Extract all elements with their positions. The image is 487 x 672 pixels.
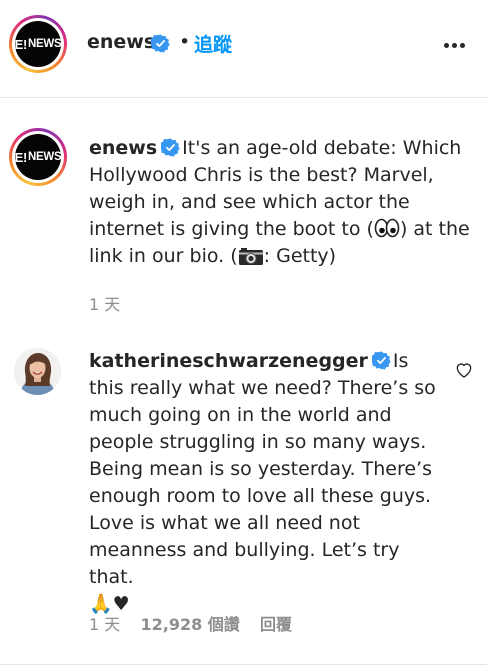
comment-timestamp[interactable]: 1 天 xyxy=(89,615,120,634)
enews-logo: E! NEWS xyxy=(15,21,62,67)
camera-emoji-icon xyxy=(238,248,263,265)
comment-body: Is this really what we need? There’s so … xyxy=(89,350,436,588)
post-header: E! NEWS enews • 追蹤 xyxy=(0,0,487,98)
caption-username[interactable]: enews xyxy=(89,137,157,159)
enews-logo: E! NEWS xyxy=(15,134,62,180)
enews-avatar[interactable]: E! NEWS xyxy=(9,15,67,73)
more-options-icon[interactable] xyxy=(444,40,466,50)
header-username[interactable]: enews xyxy=(87,31,155,53)
divider xyxy=(0,664,487,665)
comment-meta: 1 天 12,928 個讚 回覆 xyxy=(89,611,292,635)
like-heart-icon[interactable] xyxy=(454,360,474,380)
comment-username[interactable]: katherineschwarzenegger xyxy=(89,350,368,372)
caption-timestamp[interactable]: 1 天 xyxy=(89,291,120,315)
reply-button[interactable]: 回覆 xyxy=(260,615,292,634)
verified-badge-icon xyxy=(161,138,180,157)
comment-text: katherineschwarzenegger Is this really w… xyxy=(89,348,449,618)
caption-text: enews It's an age-old debate: Which Holl… xyxy=(89,137,470,267)
eyes-emoji-icon xyxy=(374,218,400,238)
commenter-avatar[interactable] xyxy=(14,348,61,395)
separator-dot: • xyxy=(179,31,191,53)
follow-button[interactable]: 追蹤 xyxy=(194,30,232,57)
verified-badge-icon xyxy=(371,351,391,370)
comment-like-count[interactable]: 12,928 個讚 xyxy=(140,615,239,634)
verified-badge-icon xyxy=(151,34,170,53)
caption-avatar[interactable]: E! NEWS xyxy=(9,128,67,186)
